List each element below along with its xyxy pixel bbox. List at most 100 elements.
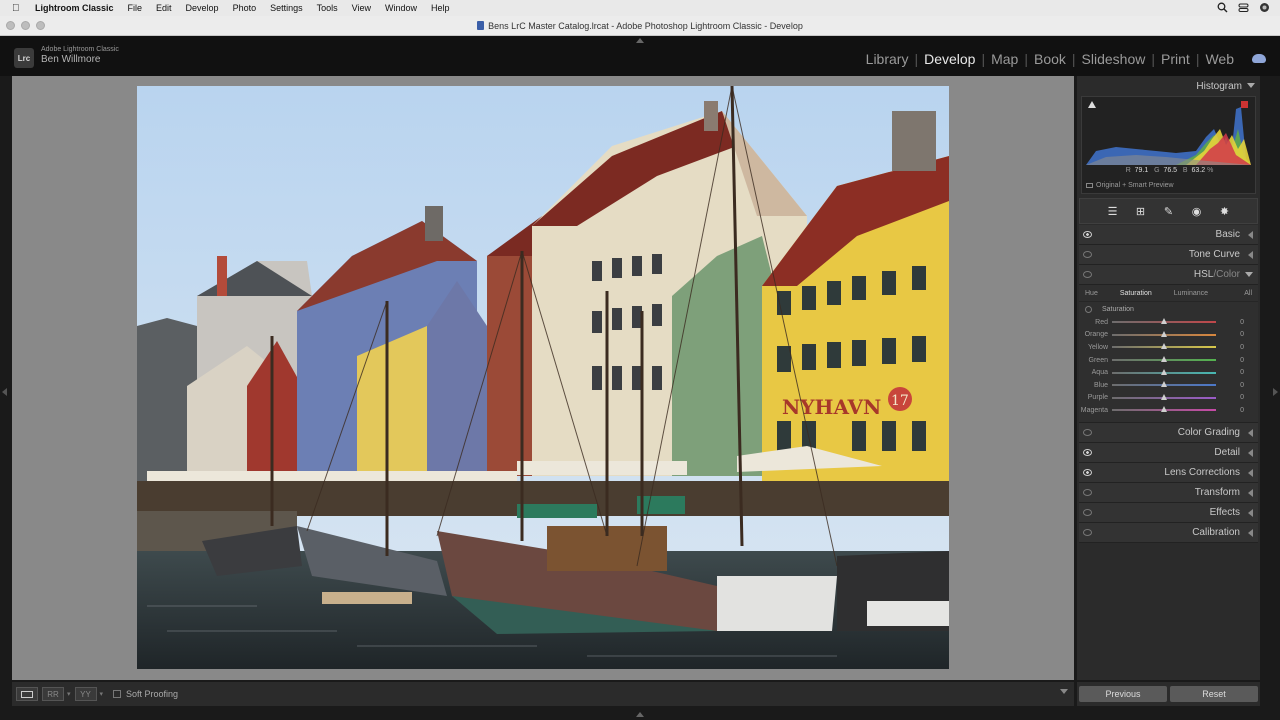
control-center-icon[interactable] — [1238, 2, 1249, 13]
minimize-window-button[interactable] — [21, 21, 30, 30]
reset-button[interactable]: Reset — [1170, 686, 1258, 702]
masking-icon[interactable]: ✸ — [1218, 205, 1232, 218]
panel-transform[interactable]: Transform — [1079, 482, 1258, 503]
panel-basic[interactable]: Basic — [1079, 225, 1258, 245]
expand-icon[interactable] — [1248, 468, 1253, 477]
module-map[interactable]: Map — [991, 51, 1018, 67]
tab-hue[interactable]: Hue — [1085, 290, 1098, 297]
slider-track[interactable] — [1112, 356, 1216, 363]
expand-icon[interactable] — [1248, 448, 1253, 457]
tab-all[interactable]: All — [1244, 290, 1252, 297]
collapse-icon[interactable] — [1245, 272, 1253, 277]
eye-icon[interactable] — [1083, 508, 1092, 516]
slider-thumb[interactable] — [1161, 381, 1167, 388]
slider-value[interactable]: 0 — [1216, 382, 1244, 389]
module-print[interactable]: Print — [1161, 51, 1190, 67]
chevron-down-icon[interactable]: ▾ — [100, 690, 104, 698]
slider-track[interactable] — [1112, 381, 1216, 388]
slider-thumb[interactable] — [1161, 406, 1167, 413]
expand-icon[interactable] — [1248, 428, 1253, 437]
top-panel-toggle-icon[interactable] — [636, 38, 644, 43]
smart-preview-status[interactable]: Original + Smart Preview — [1086, 182, 1174, 189]
eye-icon[interactable] — [1083, 488, 1092, 496]
chevron-down-icon[interactable]: ▾ — [67, 690, 71, 698]
soft-proofing-checkbox[interactable] — [113, 690, 122, 698]
expand-icon[interactable] — [1248, 488, 1253, 497]
eye-icon[interactable] — [1083, 468, 1092, 476]
slider-track[interactable] — [1112, 318, 1216, 325]
edit-sliders-icon[interactable]: ☰ — [1106, 205, 1120, 218]
crop-icon[interactable]: ⊞ — [1134, 205, 1148, 218]
previous-button[interactable]: Previous — [1079, 686, 1167, 702]
panel-calibration[interactable]: Calibration — [1079, 522, 1258, 543]
red-eye-icon[interactable]: ◉ — [1190, 205, 1204, 218]
expand-icon[interactable] — [1248, 508, 1253, 517]
close-window-button[interactable] — [6, 21, 15, 30]
slider-thumb[interactable] — [1161, 318, 1167, 325]
eye-icon[interactable] — [1083, 231, 1092, 238]
panel-color-label[interactable]: Color — [1216, 269, 1240, 280]
collapse-icon[interactable] — [1247, 83, 1255, 88]
eye-icon[interactable] — [1083, 428, 1092, 436]
module-slideshow[interactable]: Slideshow — [1082, 51, 1146, 67]
right-panel-toggle-icon[interactable] — [1273, 388, 1278, 396]
apple-icon[interactable]:  — [12, 3, 26, 14]
histogram[interactable]: R 79.1 G 76.5 B 63.2 % Original + Smart … — [1081, 96, 1256, 194]
panel-lens-corrections[interactable]: Lens Corrections — [1079, 462, 1258, 483]
menu-file[interactable]: File — [128, 3, 143, 13]
panel-effects[interactable]: Effects — [1079, 502, 1258, 523]
slider-thumb[interactable] — [1161, 330, 1167, 337]
menu-view[interactable]: View — [352, 3, 371, 13]
shadow-clip-indicator[interactable] — [1088, 101, 1096, 108]
cloud-sync-icon[interactable] — [1252, 54, 1266, 63]
left-panel-toggle-icon[interactable] — [2, 388, 7, 396]
menu-settings[interactable]: Settings — [270, 3, 303, 13]
menu-tools[interactable]: Tools — [317, 3, 338, 13]
tab-luminance[interactable]: Luminance — [1174, 290, 1208, 297]
panel-tone-curve[interactable]: Tone Curve — [1079, 245, 1258, 265]
slider-value[interactable]: 0 — [1216, 319, 1244, 326]
eye-icon[interactable] — [1083, 448, 1092, 456]
module-library[interactable]: Library — [866, 51, 909, 67]
tab-saturation[interactable]: Saturation — [1120, 290, 1152, 297]
slider-value[interactable]: 0 — [1216, 394, 1244, 401]
eye-icon[interactable] — [1083, 251, 1092, 258]
siri-icon[interactable] — [1259, 2, 1270, 13]
slider-value[interactable]: 0 — [1216, 407, 1244, 414]
expand-icon[interactable] — [1248, 231, 1253, 239]
module-web[interactable]: Web — [1205, 51, 1234, 67]
before-after-button[interactable]: YY — [74, 687, 97, 701]
slider-value[interactable]: 0 — [1216, 344, 1244, 351]
panel-hsl-color[interactable]: HSL / Color — [1079, 265, 1258, 285]
slider-track[interactable] — [1112, 368, 1216, 375]
search-icon[interactable] — [1217, 2, 1228, 13]
menu-photo[interactable]: Photo — [233, 3, 257, 13]
histogram-header[interactable]: Histogram — [1077, 76, 1260, 96]
eye-icon[interactable] — [1083, 271, 1092, 278]
menu-app-name[interactable]: Lightroom Classic — [35, 3, 114, 13]
module-develop[interactable]: Develop — [924, 51, 975, 67]
slider-track[interactable] — [1112, 393, 1216, 400]
panel-hsl-label[interactable]: HSL — [1194, 269, 1213, 280]
toolbar-menu-icon[interactable] — [1060, 689, 1068, 694]
slider-value[interactable]: 0 — [1216, 331, 1244, 338]
slider-track[interactable] — [1112, 330, 1216, 337]
menu-help[interactable]: Help — [431, 3, 450, 13]
healing-brush-icon[interactable]: ✎ — [1162, 205, 1176, 218]
menu-edit[interactable]: Edit — [156, 3, 172, 13]
panel-color-grading[interactable]: Color Grading — [1079, 422, 1258, 443]
expand-icon[interactable] — [1248, 528, 1253, 537]
slider-thumb[interactable] — [1161, 343, 1167, 350]
photo-nyhavn[interactable]: NYHAVN 17 — [137, 86, 949, 669]
slider-track[interactable] — [1112, 343, 1216, 350]
expand-icon[interactable] — [1248, 251, 1253, 259]
slider-thumb[interactable] — [1161, 356, 1167, 363]
compare-view-button[interactable]: RR — [42, 687, 64, 701]
slider-thumb[interactable] — [1161, 368, 1167, 375]
slider-thumb[interactable] — [1161, 393, 1167, 400]
menu-window[interactable]: Window — [385, 3, 417, 13]
target-adjustment-icon[interactable] — [1085, 305, 1092, 313]
slider-value[interactable]: 0 — [1216, 357, 1244, 364]
eye-icon[interactable] — [1083, 528, 1092, 536]
image-viewer[interactable]: NYHAVN 17 — [12, 76, 1074, 680]
